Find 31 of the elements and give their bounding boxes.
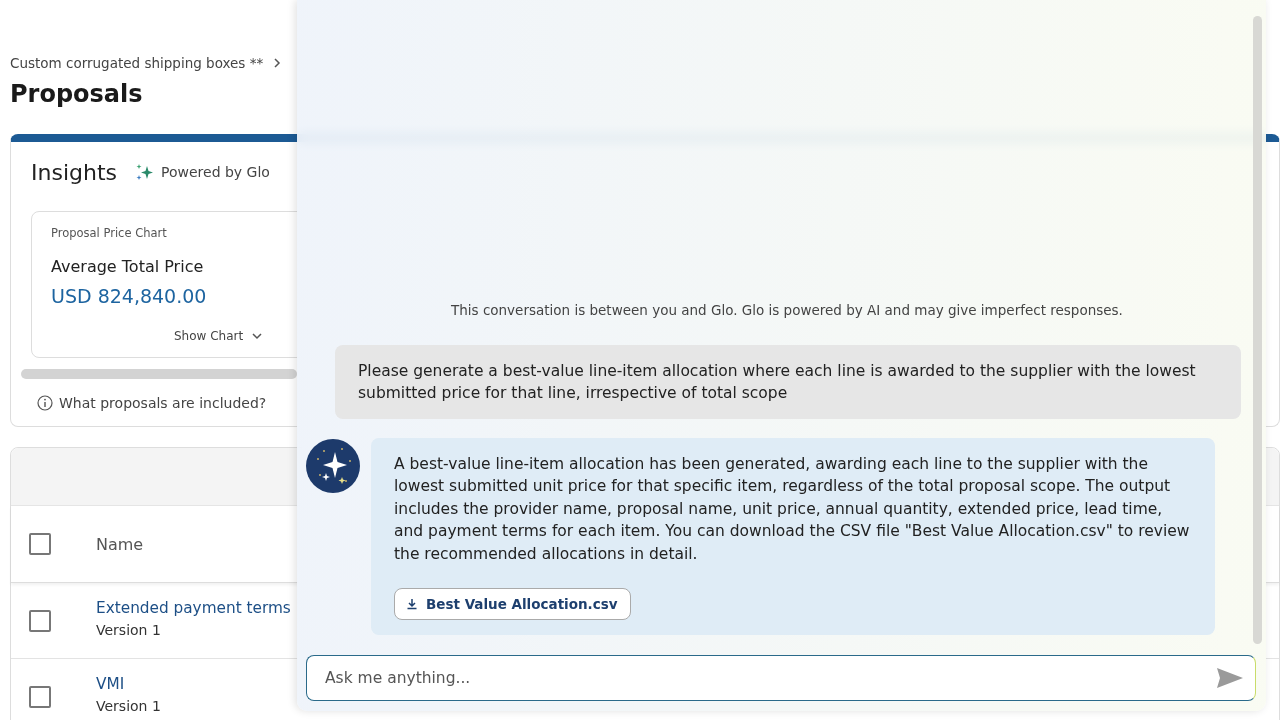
info-icon	[37, 395, 53, 411]
breadcrumb-link[interactable]: Custom corrugated shipping boxes **	[10, 55, 264, 71]
page-title: Proposals	[10, 80, 144, 108]
chevron-right-icon	[273, 58, 282, 68]
select-all-checkbox[interactable]	[29, 533, 51, 555]
scrollbar[interactable]	[21, 369, 297, 379]
download-file-button[interactable]: Best Value Allocation.csv	[394, 588, 631, 620]
powered-by-label: Powered by Glo	[161, 164, 270, 180]
proposal-name-link[interactable]: Extended payment terms	[96, 599, 291, 617]
info-link[interactable]: What proposals are included?	[59, 395, 267, 411]
column-header[interactable]: Name	[96, 534, 365, 554]
scrollbar[interactable]	[1253, 16, 1262, 644]
user-message: Please generate a best-value line-item allocation where each line is awarded to the supplier with the lowest submitted price for that line, irrespective of total scope	[335, 344, 1241, 419]
assistant-message-text: A best-value line-item allocation has been generated, awarding each line to the supplier with the lowest submitted unit price for that specific item, regardless of the total proposal scope. The output includes the provider name, proposal name, unit price, annual quantity, extended price, lead time, and payment terms for each item. You can download the CSV file "Best Value Allocation.csv" to review the recommended allocations in detail.	[394, 453, 1191, 565]
metric-label: Average Total Price	[51, 257, 205, 276]
chart-caption: Proposal Price Chart	[51, 226, 168, 240]
sparkle-icon	[135, 162, 155, 182]
download-icon	[406, 598, 418, 610]
assistant-avatar-icon	[306, 438, 360, 493]
chevron-down-icon	[252, 332, 263, 340]
row-checkbox[interactable]	[29, 609, 51, 632]
send-icon[interactable]	[1216, 666, 1244, 690]
proposal-name-link[interactable]: VMI	[96, 675, 125, 693]
disclaimer-text: This conversation is between you and Glo. Glo is powered by AI and may give imperfect responses.	[451, 301, 1124, 318]
show-chart-button[interactable]: Show Chart	[174, 329, 263, 343]
row-checkbox[interactable]	[29, 685, 51, 708]
chat-input-field[interactable]: Ask me anything...	[306, 655, 1256, 701]
metric-value: USD 824,840.00	[51, 285, 208, 307]
version-label: Version 1	[96, 698, 161, 714]
insights-title: Insights	[31, 159, 117, 185]
version-label: Version 1	[96, 622, 161, 638]
